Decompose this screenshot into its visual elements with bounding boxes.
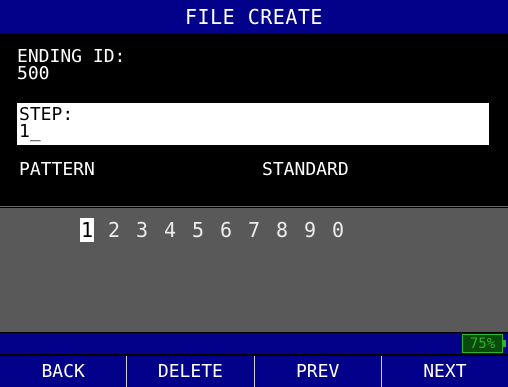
digit-key-label: 0 [332,218,345,242]
digit-key-label: 9 [304,218,317,242]
status-bar: 75% [0,333,508,354]
digit-key[interactable]: 8 [276,218,304,242]
next-button[interactable]: NEXT [380,356,508,387]
pattern-value: STANDARD [262,159,349,180]
text-cursor: _ [29,121,41,142]
battery-level: 75% [469,335,496,352]
ending-id-field[interactable]: ENDING ID: 500 [17,46,489,84]
softkey-bar: BACK DELETE PREV NEXT [0,356,508,387]
digit-key[interactable]: 2 [108,218,136,242]
digit-key[interactable]: 6 [220,218,248,242]
back-button[interactable]: BACK [0,356,126,387]
step-value: 1 [19,121,30,142]
digit-key[interactable]: 1 [80,218,108,242]
digit-key-label: 8 [276,218,289,242]
step-value-line: 1_ [19,121,489,142]
prev-button[interactable]: PREV [253,356,381,387]
digit-key-label: 7 [248,218,261,242]
digit-key[interactable]: 3 [136,218,164,242]
digit-key-label: 5 [192,218,205,242]
digit-key-label: 6 [220,218,233,242]
digit-key-label: 2 [108,218,121,242]
digit-key[interactable]: 9 [304,218,332,242]
delete-button[interactable]: DELETE [126,356,253,387]
digit-key-label: 3 [136,218,149,242]
screen-title: FILE CREATE [185,4,323,29]
digit-key[interactable]: 4 [164,218,192,242]
step-field[interactable]: STEP: 1_ [17,103,489,145]
digit-key[interactable]: 5 [192,218,220,242]
title-bar: FILE CREATE [0,0,508,33]
digit-key-label: 1 [80,218,95,242]
pattern-label: PATTERN [19,159,95,180]
digit-key[interactable]: 7 [248,218,276,242]
step-label: STEP: [19,104,74,125]
pattern-row[interactable]: PATTERN STANDARD [17,159,489,183]
ending-id-value: 500 [17,63,50,84]
digit-keypad: 1234567890 [0,208,508,332]
ending-id-label: ENDING ID: [17,46,126,67]
digit-key[interactable]: 0 [332,218,360,242]
digit-row: 1234567890 [80,218,360,242]
digit-key-label: 4 [164,218,177,242]
battery-icon: 75% [462,334,506,353]
divider [0,206,508,207]
